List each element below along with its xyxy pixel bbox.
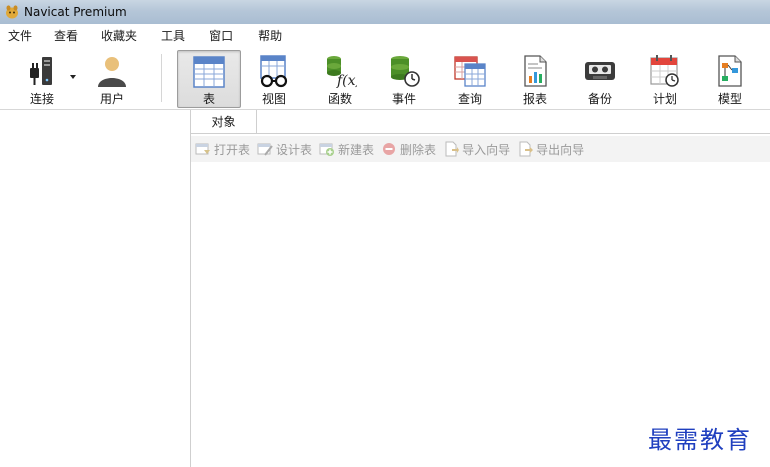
main-toolbar: 连接 用户 表 视图 f(x 函数 事件 查询 报表 备份 计划 模型: [0, 48, 770, 110]
design-table-label: 设计表: [276, 142, 313, 157]
menu-bar: 文件 查看 收藏夹 工具 窗口 帮助: [0, 24, 770, 48]
menu-help[interactable]: 帮助: [245, 24, 294, 48]
user-icon: [92, 52, 132, 90]
tab-objects[interactable]: 对象: [191, 110, 257, 134]
table-label: 表: [202, 92, 215, 106]
menu-view[interactable]: 查看: [42, 24, 89, 48]
export-wizard-button[interactable]: 导出向导: [517, 141, 584, 158]
object-toolbar: 打开表 设计表 新建表 删除表 导入向导 导出向导: [191, 136, 770, 162]
open-table-icon: [195, 143, 210, 155]
delete-table-icon: [383, 143, 396, 155]
function-label: 函数: [327, 92, 352, 106]
title-bar: Navicat Premium: [0, 0, 770, 24]
function-button[interactable]: f(x) 函数: [318, 50, 362, 108]
new-table-icon: [319, 143, 335, 156]
table-icon: [189, 53, 229, 90]
event-button[interactable]: 事件: [382, 50, 426, 108]
menu-favorites[interactable]: 收藏夹: [89, 24, 149, 48]
delete-table-button[interactable]: 删除表: [381, 141, 436, 158]
user-button[interactable]: 用户: [89, 50, 135, 108]
delete-table-label: 删除表: [400, 142, 437, 157]
view-icon: [254, 52, 294, 90]
design-table-button[interactable]: 设计表: [257, 141, 312, 158]
query-label: 查询: [457, 92, 482, 106]
schedule-button[interactable]: 计划: [643, 50, 687, 108]
backup-tape-icon: [580, 52, 620, 90]
menu-file[interactable]: 文件: [0, 24, 42, 48]
model-icon: [710, 52, 750, 90]
schedule-label: 计划: [652, 92, 677, 106]
new-table-label: 新建表: [338, 142, 375, 157]
new-table-button[interactable]: 新建表: [319, 141, 374, 158]
import-wizard-label: 导入向导: [462, 142, 511, 157]
report-label: 报表: [522, 92, 547, 106]
event-label: 事件: [391, 92, 416, 106]
open-table-button[interactable]: 打开表: [195, 141, 250, 158]
plug-server-icon: [22, 52, 62, 90]
tab-bar: 对象: [191, 110, 770, 134]
query-icon: [450, 52, 490, 90]
backup-button[interactable]: 备份: [578, 50, 622, 108]
function-icon: f(x): [320, 52, 360, 90]
connection-tree-pane[interactable]: [0, 110, 191, 467]
schedule-calendar-icon: [645, 52, 685, 90]
toolbar-separator: [161, 54, 162, 102]
model-label: 模型: [717, 92, 742, 106]
report-button[interactable]: 报表: [513, 50, 557, 108]
export-wizard-icon: [519, 141, 534, 157]
view-label: 视图: [261, 92, 286, 106]
export-wizard-label: 导出向导: [536, 142, 585, 157]
menu-tools[interactable]: 工具: [149, 24, 197, 48]
navicat-logo-icon: [6, 5, 18, 19]
report-icon: [515, 52, 555, 90]
query-button[interactable]: 查询: [448, 50, 492, 108]
connect-label: 连接: [29, 92, 54, 106]
connect-dropdown-arrow-icon[interactable]: [70, 75, 76, 79]
window-title: Navicat Premium: [24, 5, 127, 19]
event-icon: [384, 52, 424, 90]
watermark-text: 最需教育: [648, 426, 752, 454]
design-table-icon: [257, 143, 273, 156]
menu-window[interactable]: 窗口: [197, 24, 245, 48]
import-wizard-button[interactable]: 导入向导: [443, 141, 510, 158]
backup-label: 备份: [587, 92, 612, 106]
table-button[interactable]: 表: [177, 50, 241, 108]
import-wizard-icon: [445, 141, 460, 157]
connect-button[interactable]: 连接: [20, 50, 64, 108]
user-label: 用户: [99, 92, 124, 106]
view-button[interactable]: 视图: [252, 50, 296, 108]
model-button[interactable]: 模型: [708, 50, 752, 108]
svg-text:f(x): f(x): [336, 73, 357, 88]
open-table-label: 打开表: [214, 142, 251, 157]
